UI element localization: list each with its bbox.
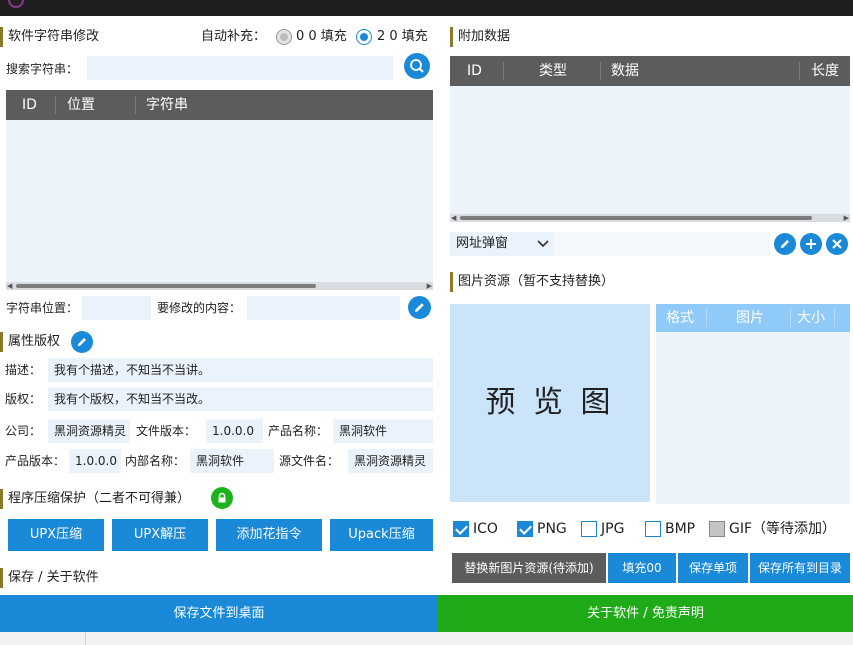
string-table-body[interactable] <box>6 120 433 282</box>
col-id: ID <box>467 63 482 79</box>
url-popup-select-value: 网址弹窗 <box>456 236 509 251</box>
auto-fill-label: 自动补充： <box>201 29 267 44</box>
edit-attributes-button[interactable] <box>71 331 93 353</box>
search-label: 搜索字符串： <box>6 62 79 76</box>
extra-table-scrollbar[interactable]: ◀ ▶ <box>450 214 850 222</box>
extra-table-body[interactable] <box>450 86 850 214</box>
col-size: 大小 <box>797 310 825 326</box>
app-logo-icon <box>8 0 24 8</box>
plus-icon <box>806 239 816 249</box>
col-string: 字符串 <box>146 97 188 113</box>
product-name-label: 产品名称： <box>268 424 329 438</box>
checkbox-bmp[interactable] <box>645 521 661 537</box>
lock-icon <box>218 492 226 503</box>
checkbox-gif-label: GIF（等待添加） <box>729 521 837 537</box>
copyright-label: 版权： <box>5 392 42 406</box>
delete-url-button[interactable] <box>826 233 848 255</box>
pencil-icon <box>77 338 86 347</box>
copyright-input[interactable]: 我有个版权，不知当不当改。 <box>48 387 433 411</box>
checkbox-ico[interactable] <box>453 521 469 537</box>
source-file-input[interactable]: 黑洞资源精灵 <box>348 449 433 473</box>
col-format: 格式 <box>666 310 694 326</box>
section-title-strings: 软件字符串修改 <box>0 27 99 47</box>
status-strip <box>0 632 853 645</box>
upx-compress-button[interactable]: UPX压缩 <box>8 519 104 551</box>
col-image: 图片 <box>736 310 764 326</box>
checkbox-jpg[interactable] <box>581 521 597 537</box>
desc-input[interactable]: 我有个描述，不知当不当讲。 <box>48 358 433 382</box>
status-divider <box>85 632 86 645</box>
string-table-header: ID 位置 字符串 <box>6 90 433 120</box>
lock-button[interactable] <box>211 487 233 509</box>
save-to-desktop-button[interactable]: 保存文件到桌面 <box>0 595 438 632</box>
internal-name-label: 内部名称： <box>125 454 186 468</box>
checkbox-png[interactable] <box>517 521 533 537</box>
col-data: 数据 <box>611 63 639 79</box>
extra-table-header: ID 类型 数据 长度 <box>450 56 850 86</box>
col-length: 长度 <box>811 63 839 79</box>
save-all-to-dir-button[interactable]: 保存所有到目录 <box>750 553 850 583</box>
string-pos-label: 字符串位置： <box>6 301 79 315</box>
string-table-scrollbar[interactable]: ◀ ▶ <box>6 282 433 290</box>
company-label: 公司： <box>5 424 42 438</box>
url-value-field[interactable] <box>554 232 770 256</box>
string-pos-input[interactable] <box>82 296 151 320</box>
product-name-input[interactable]: 黑洞软件 <box>333 419 433 443</box>
upack-compress-button[interactable]: Upack压缩 <box>330 519 433 551</box>
radio-20-fill[interactable] <box>356 29 372 45</box>
pencil-icon <box>780 240 789 249</box>
modify-content-input[interactable] <box>247 296 400 320</box>
radio-00-fill[interactable] <box>276 29 292 45</box>
checkbox-jpg-label: JPG <box>601 521 625 537</box>
section-title-save: 保存 / 关于软件 <box>0 568 99 588</box>
replace-image-button[interactable]: 替换新图片资源(待添加) <box>452 553 606 583</box>
about-button[interactable]: 关于软件 / 免责声明 <box>438 595 853 632</box>
product-version-label: 产品版本： <box>5 454 66 468</box>
edit-string-button[interactable] <box>408 296 431 319</box>
checkbox-ico-label: ICO <box>473 521 498 537</box>
add-junk-code-button[interactable]: 添加花指令 <box>216 519 322 551</box>
upx-decompress-button[interactable]: UPX解压 <box>112 519 208 551</box>
image-table-header: 格式 图片 大小 <box>656 304 850 332</box>
chevron-down-icon[interactable] <box>535 236 551 252</box>
close-icon <box>832 239 842 249</box>
section-title-extra-data: 附加数据 <box>450 27 510 47</box>
modify-content-label: 要修改的内容： <box>157 301 242 315</box>
col-position: 位置 <box>67 97 95 113</box>
company-input[interactable]: 黑洞资源精灵 <box>48 419 130 443</box>
search-icon <box>410 59 424 73</box>
section-title-compress: 程序压缩保护（二者不可得兼） <box>0 489 190 509</box>
edit-url-button[interactable] <box>774 233 796 255</box>
image-table-body[interactable] <box>656 332 850 504</box>
source-file-label: 源文件名： <box>279 454 340 468</box>
save-single-button[interactable]: 保存单项 <box>678 553 748 583</box>
file-version-label: 文件版本： <box>136 424 197 438</box>
checkbox-png-label: PNG <box>537 521 567 537</box>
pencil-icon <box>415 303 424 312</box>
radio-00-label: 0 0 填充 <box>296 29 347 44</box>
desc-label: 描述： <box>5 363 42 377</box>
radio-20-label: 2 0 填充 <box>377 29 428 44</box>
fill-00-button[interactable]: 填充00 <box>608 553 676 583</box>
checkbox-gif <box>709 521 725 537</box>
section-title-image-resources: 图片资源（暂不支持替换） <box>450 272 614 292</box>
image-preview: 预 览 图 <box>450 304 650 502</box>
col-type: 类型 <box>539 63 567 79</box>
col-id: ID <box>22 97 37 113</box>
title-bar <box>0 0 853 16</box>
add-url-button[interactable] <box>800 233 822 255</box>
product-version-input[interactable]: 1.0.0.0 <box>69 449 121 473</box>
search-button[interactable] <box>404 53 430 79</box>
section-title-attributes: 属性版权 <box>0 332 60 352</box>
internal-name-input[interactable]: 黑洞软件 <box>190 449 274 473</box>
checkbox-bmp-label: BMP <box>665 521 696 537</box>
file-version-input[interactable]: 1.0.0.0 <box>206 419 263 443</box>
search-input[interactable] <box>87 56 393 80</box>
